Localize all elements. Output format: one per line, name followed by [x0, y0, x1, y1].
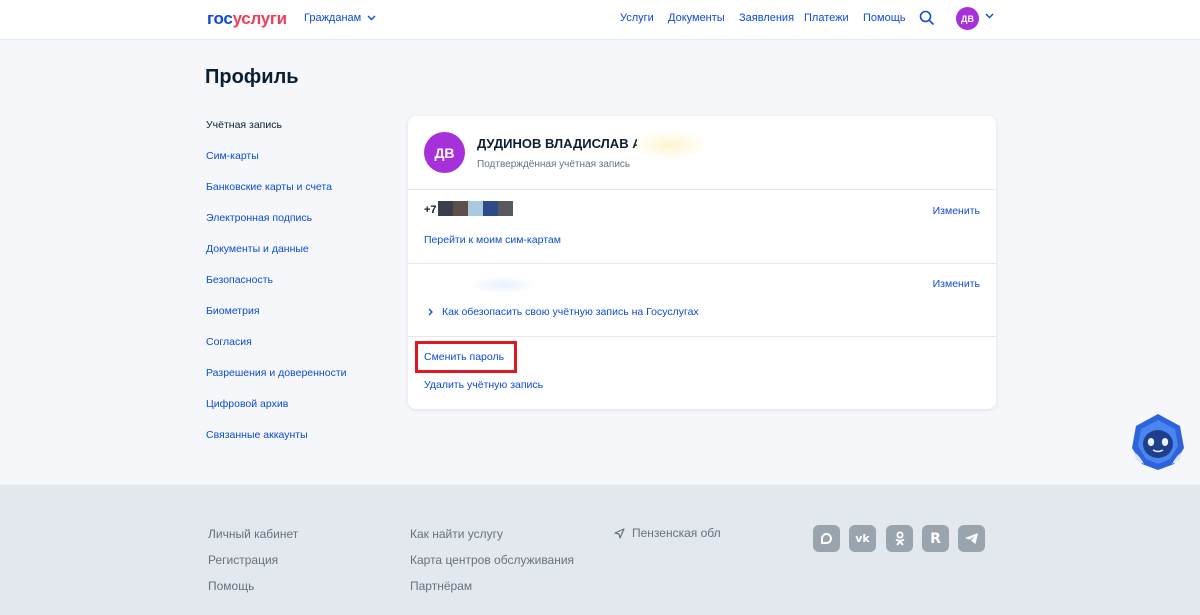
ok-icon[interactable]	[886, 525, 913, 552]
search-icon[interactable]	[919, 10, 935, 26]
nav-documents[interactable]: Документы	[668, 12, 725, 24]
sidebar-item-documents[interactable]: Документы и данные	[206, 243, 309, 255]
redaction-blur	[468, 276, 538, 294]
footer: Личный кабинет Регистрация Помощь Как на…	[0, 485, 1200, 615]
account-avatar: ДВ	[424, 132, 465, 173]
audience-label: Гражданам	[304, 12, 362, 24]
nav-help[interactable]: Помощь	[863, 12, 906, 24]
user-avatar[interactable]: ДВ	[956, 7, 979, 30]
change-phone-link[interactable]: Изменить	[933, 205, 980, 217]
delete-account-link[interactable]: Удалить учётную запись	[424, 379, 543, 391]
rutube-icon[interactable]: R	[922, 525, 949, 552]
region-selector[interactable]: Пензенская обл	[614, 526, 721, 540]
audience-dropdown[interactable]: Гражданам	[304, 12, 376, 24]
redaction-blur	[630, 130, 710, 160]
phone-prefix: +7	[424, 204, 437, 216]
sidebar-item-permissions[interactable]: Разрешения и доверенности	[206, 367, 347, 379]
max-icon[interactable]	[813, 525, 840, 552]
divider	[408, 336, 996, 337]
sidebar-item-bank-cards[interactable]: Банковские карты и счета	[206, 181, 332, 193]
chevron-right-icon	[428, 308, 433, 316]
footer-link-personal-account[interactable]: Личный кабинет	[208, 527, 298, 541]
divider	[408, 263, 996, 264]
sidebar-item-digital-archive[interactable]: Цифровой архив	[206, 398, 288, 410]
sidebar-item-linked-accounts[interactable]: Связанные аккаунты	[206, 429, 308, 441]
telegram-icon[interactable]	[958, 525, 985, 552]
sidebar-item-consents[interactable]: Согласия	[206, 336, 252, 348]
chevron-down-icon	[367, 15, 376, 21]
sidebar-item-e-signature[interactable]: Электронная подпись	[206, 212, 312, 224]
account-status: Подтверждённая учётная запись	[477, 159, 631, 170]
account-card: ДВ ДУДИНОВ ВЛАДИСЛАВ А Подтверждённая уч…	[408, 116, 996, 409]
assistant-robot-icon[interactable]	[1130, 412, 1186, 472]
security-tips-link[interactable]: Как обезопасить свою учётную запись на Г…	[442, 306, 699, 318]
footer-link-help[interactable]: Помощь	[208, 579, 254, 593]
footer-link-partners[interactable]: Партнёрам	[410, 579, 472, 593]
footer-link-find-service[interactable]: Как найти услугу	[410, 527, 503, 541]
top-header: госуслуги Гражданам Услуги Документы Зая…	[0, 0, 1200, 40]
nav-services[interactable]: Услуги	[620, 12, 654, 24]
divider	[408, 189, 996, 190]
sidebar-item-account[interactable]: Учётная запись	[206, 119, 282, 131]
footer-link-service-centers[interactable]: Карта центров обслуживания	[410, 553, 574, 567]
sidebar-item-sim-cards[interactable]: Сим-карты	[206, 150, 259, 162]
page-title: Профиль	[205, 66, 299, 88]
user-name: ДУДИНОВ ВЛАДИСЛАВ А	[477, 136, 637, 151]
sim-cards-link[interactable]: Перейти к моим сим-картам	[424, 234, 561, 246]
nav-applications[interactable]: Заявления	[739, 12, 794, 24]
change-email-link[interactable]: Изменить	[933, 278, 980, 290]
sidebar-item-security[interactable]: Безопасность	[206, 274, 273, 286]
nav-payments[interactable]: Платежи	[804, 12, 849, 24]
change-password-link[interactable]: Сменить пароль	[424, 351, 504, 363]
footer-link-registration[interactable]: Регистрация	[208, 553, 278, 567]
location-arrow-icon	[614, 527, 625, 539]
gosuslugi-logo[interactable]: госуслуги	[207, 9, 287, 29]
chevron-down-icon[interactable]	[985, 13, 994, 19]
vk-icon[interactable]: vk	[849, 525, 876, 552]
sidebar-item-biometrics[interactable]: Биометрия	[206, 305, 260, 317]
region-label: Пензенская обл	[632, 526, 721, 540]
